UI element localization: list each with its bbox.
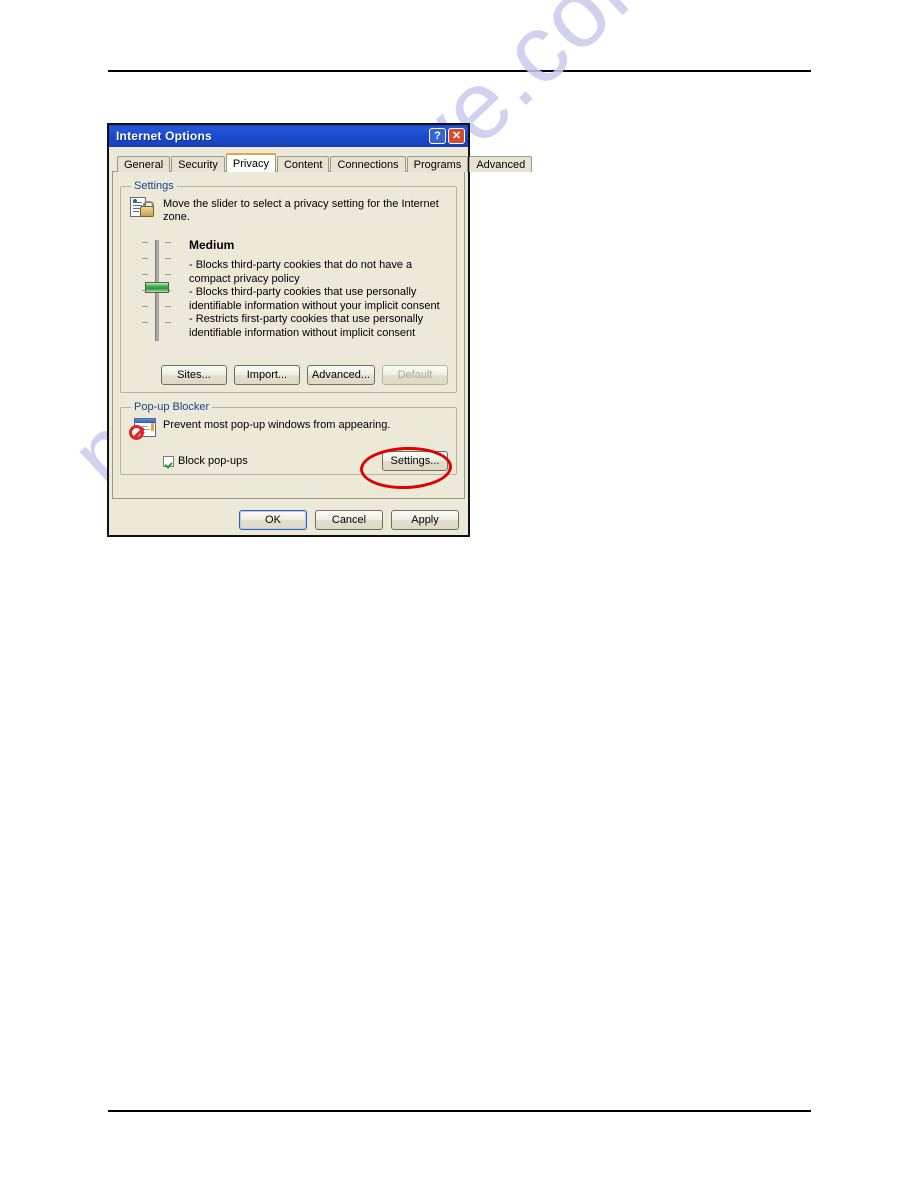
sites-button[interactable]: Sites... bbox=[160, 365, 227, 385]
help-icon[interactable]: ? bbox=[429, 128, 446, 144]
dialog-titlebar[interactable]: Internet Options ? ✕ bbox=[109, 125, 468, 147]
import-button[interactable]: Import... bbox=[233, 365, 300, 385]
settings-description: Move the slider to select a privacy sett… bbox=[163, 198, 439, 223]
privacy-level-slider[interactable] bbox=[135, 238, 179, 343]
popup-blocker-legend: Pop-up Blocker bbox=[134, 401, 210, 413]
tab-advanced[interactable]: Advanced bbox=[469, 156, 533, 172]
privacy-level-text: Medium - Blocks third-party cookies that… bbox=[189, 238, 448, 343]
privacy-bullet-3: - Restricts first-party cookies that use… bbox=[189, 313, 424, 339]
tab-connections[interactable]: Connections bbox=[330, 156, 406, 172]
settings-group-legend: Settings bbox=[134, 180, 174, 192]
tab-programs[interactable]: Programs bbox=[406, 156, 469, 172]
privacy-tab-panel: Settings Move the slider to select a pri… bbox=[112, 172, 465, 499]
popup-description-row: Prevent most pop-up windows from appeari… bbox=[129, 418, 448, 442]
tab-content[interactable]: Content bbox=[276, 156, 330, 172]
slider-thumb[interactable] bbox=[145, 282, 169, 293]
privacy-document-lock-icon bbox=[129, 197, 155, 219]
block-popups-checkbox[interactable]: Block pop-ups bbox=[163, 455, 248, 467]
ok-button[interactable]: OK bbox=[239, 510, 307, 530]
advanced-button[interactable]: Advanced... bbox=[306, 365, 375, 385]
checkbox-checked-icon[interactable] bbox=[163, 455, 174, 467]
default-button: Default bbox=[382, 365, 448, 385]
tab-general[interactable]: General bbox=[117, 156, 171, 172]
page-footer-rule bbox=[108, 1110, 811, 1112]
internet-options-dialog: Internet Options ? ✕ General Security Pr… bbox=[107, 123, 533, 537]
close-icon[interactable]: ✕ bbox=[448, 128, 465, 144]
privacy-level-name: Medium bbox=[189, 238, 235, 252]
settings-description-row: Move the slider to select a privacy sett… bbox=[129, 197, 448, 224]
privacy-level-bullets: - Blocks third-party cookies that do not… bbox=[189, 259, 448, 340]
privacy-level-area: Medium - Blocks third-party cookies that… bbox=[129, 238, 448, 343]
tab-strip: General Security Privacy Content Connect… bbox=[112, 147, 533, 172]
popup-controls-row: Block pop-ups Settings... bbox=[129, 451, 448, 471]
dialog-footer: OK Cancel Apply bbox=[112, 510, 465, 530]
page-header-rule bbox=[108, 70, 811, 72]
settings-button-row: Sites... Import... Advanced... Default bbox=[129, 365, 448, 385]
popup-blocked-icon bbox=[129, 418, 156, 442]
popup-description: Prevent most pop-up windows from appeari… bbox=[163, 419, 391, 431]
settings-group: Settings Move the slider to select a pri… bbox=[120, 180, 457, 393]
popup-settings-button[interactable]: Settings... bbox=[382, 451, 448, 471]
apply-button[interactable]: Apply bbox=[391, 510, 459, 530]
privacy-bullet-1: - Blocks third-party cookies that do not… bbox=[189, 259, 413, 285]
tab-privacy[interactable]: Privacy bbox=[225, 153, 276, 172]
privacy-bullet-2: - Blocks third-party cookies that use pe… bbox=[189, 286, 440, 312]
cancel-button[interactable]: Cancel bbox=[315, 510, 383, 530]
dialog-title: Internet Options bbox=[116, 129, 212, 143]
tab-security[interactable]: Security bbox=[171, 156, 225, 172]
block-popups-label: Block pop-ups bbox=[178, 455, 248, 467]
popup-blocker-group: Pop-up Blocker Prevent most pop-up windo… bbox=[120, 401, 457, 475]
